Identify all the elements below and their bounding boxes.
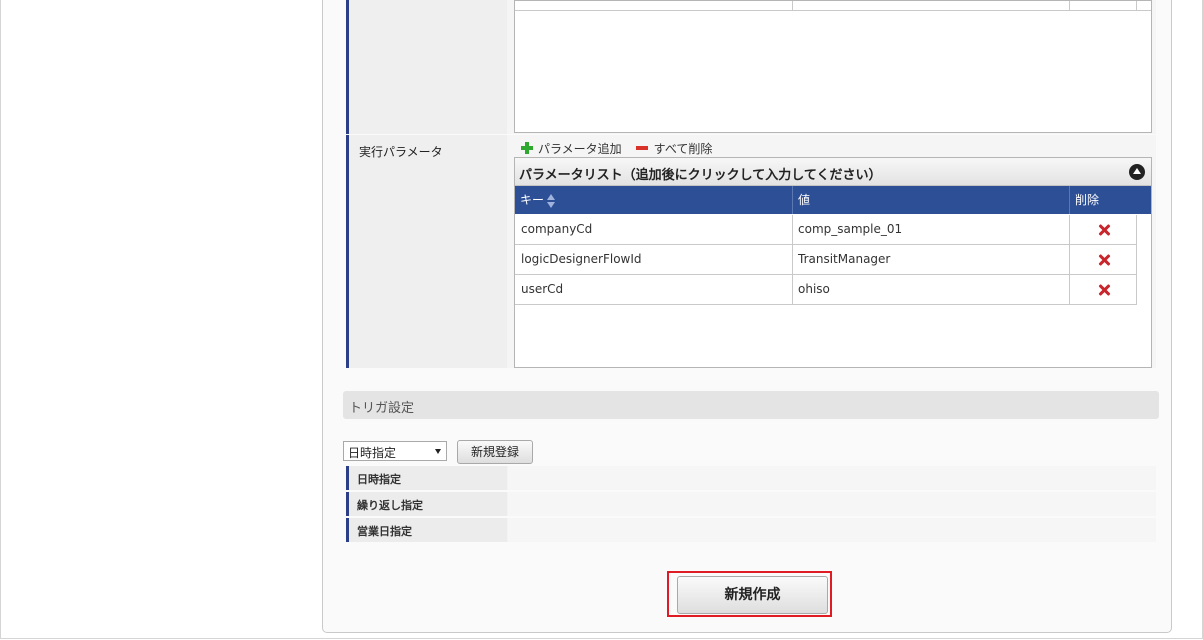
add-parameter-label: パラメータ追加 bbox=[538, 141, 622, 156]
cell-divider bbox=[1136, 275, 1137, 304]
cell-divider bbox=[1069, 245, 1070, 274]
trigger-row-label: 繰り返し指定 bbox=[357, 499, 423, 512]
trigger-type-select[interactable]: 日時指定 bbox=[343, 441, 447, 461]
trigger-row-label-col: 日時指定 bbox=[346, 466, 507, 490]
column-header-value: 値 bbox=[793, 186, 810, 214]
trigger-row-label-col: 営業日指定 bbox=[346, 518, 507, 542]
column-header-key[interactable]: キー bbox=[515, 186, 556, 214]
grid-title-bar: パラメータリスト（追加後にクリックして入力してください） bbox=[515, 158, 1151, 186]
delete-all-button[interactable]: すべて削除 bbox=[635, 140, 713, 157]
trigger-row-repeat: 繰り返し指定 bbox=[346, 492, 1156, 516]
cell-divider bbox=[1069, 215, 1070, 244]
column-header-key-label: キー bbox=[520, 193, 545, 207]
table-row[interactable]: userCd ohiso bbox=[515, 275, 1137, 305]
delete-row-icon[interactable] bbox=[1098, 224, 1110, 236]
table-row[interactable]: logicDesignerFlowId TransitManager bbox=[515, 245, 1137, 275]
minus-icon bbox=[635, 146, 648, 150]
params-toolbar: パラメータ追加 すべて削除 bbox=[521, 140, 726, 156]
trigger-row-label-col: 繰り返し指定 bbox=[346, 492, 507, 516]
trigger-type-value: 日時指定 bbox=[348, 446, 397, 460]
param-key-cell[interactable]: logicDesignerFlowId bbox=[515, 245, 642, 274]
params-label: 実行パラメータ bbox=[359, 145, 443, 159]
cell-divider bbox=[1136, 245, 1137, 274]
table-bottom-line bbox=[515, 10, 1151, 11]
plus-icon bbox=[521, 142, 533, 154]
column-header-delete-label: 削除 bbox=[1075, 193, 1100, 207]
trigger-section-title: トリガ設定 bbox=[349, 401, 415, 416]
parameter-grid: パラメータリスト（追加後にクリックして入力してください） キー 値 削除 com… bbox=[514, 157, 1152, 368]
grid-header: キー 値 削除 bbox=[515, 186, 1151, 214]
column-header-delete: 削除 bbox=[1070, 186, 1099, 214]
delete-all-label: すべて削除 bbox=[653, 141, 713, 156]
param-key-cell[interactable]: companyCd bbox=[515, 215, 592, 244]
trigger-row-business-day: 営業日指定 bbox=[346, 518, 1156, 542]
new-register-button[interactable]: 新規登録 bbox=[457, 440, 533, 464]
trigger-row-value bbox=[508, 466, 1156, 490]
trigger-row-label: 営業日指定 bbox=[357, 525, 412, 538]
trigger-section-header: トリガ設定 bbox=[343, 391, 1159, 419]
column-header-value-label: 値 bbox=[798, 193, 811, 207]
param-value-cell[interactable]: comp_sample_01 bbox=[792, 215, 902, 244]
param-key-cell[interactable]: userCd bbox=[515, 275, 563, 304]
previous-field-table bbox=[514, 0, 1152, 133]
table-column-divider bbox=[792, 1, 793, 10]
sort-icon[interactable] bbox=[547, 193, 556, 208]
previous-field-label-col bbox=[346, 0, 507, 134]
cell-divider bbox=[1136, 215, 1137, 244]
trigger-row-value bbox=[508, 518, 1156, 542]
delete-row-icon[interactable] bbox=[1098, 254, 1110, 266]
add-parameter-button[interactable]: パラメータ追加 bbox=[521, 140, 622, 157]
grid-title: パラメータリスト（追加後にクリックして入力してください） bbox=[519, 168, 882, 183]
delete-row-icon[interactable] bbox=[1098, 284, 1110, 296]
trigger-row-datetime: 日時指定 bbox=[346, 466, 1156, 490]
create-button[interactable]: 新規作成 bbox=[677, 576, 828, 614]
collapse-up-icon[interactable] bbox=[1129, 164, 1145, 180]
cell-divider bbox=[1069, 275, 1070, 304]
table-column-divider bbox=[1136, 1, 1137, 10]
param-value-cell[interactable]: ohiso bbox=[792, 275, 830, 304]
param-value-cell[interactable]: TransitManager bbox=[792, 245, 890, 274]
trigger-row-label: 日時指定 bbox=[357, 473, 401, 486]
dropdown-arrow-icon bbox=[435, 449, 441, 454]
trigger-row-value bbox=[508, 492, 1156, 516]
params-label-col: 実行パラメータ bbox=[346, 135, 507, 368]
table-column-divider bbox=[1069, 1, 1070, 10]
table-row[interactable]: companyCd comp_sample_01 bbox=[515, 215, 1137, 245]
